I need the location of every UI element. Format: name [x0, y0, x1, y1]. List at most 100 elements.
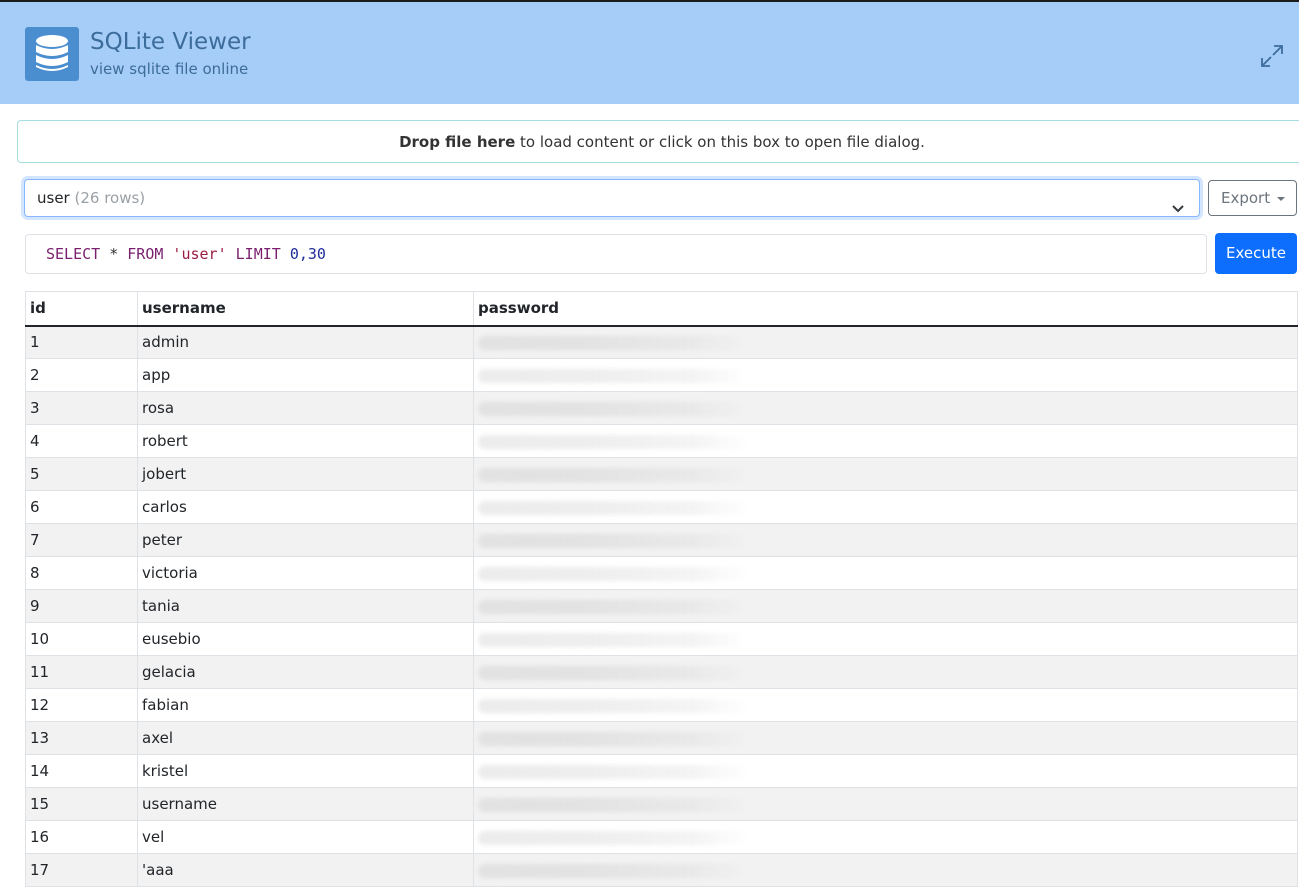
table-header-row: id username password [25, 291, 1298, 327]
table-row[interactable]: 15 username [25, 787, 1298, 821]
redacted-password [478, 566, 748, 581]
column-header-password[interactable]: password [473, 291, 1298, 327]
cell-id: 16 [25, 820, 138, 854]
cell-username: app [137, 358, 474, 392]
table-row[interactable]: 12 fabian [25, 688, 1298, 722]
table-row[interactable]: 9 tania [25, 589, 1298, 623]
dropzone-text: to load content or click on this box to … [515, 133, 925, 151]
cell-password [473, 424, 1298, 458]
table-row[interactable]: 1 admin [25, 325, 1298, 359]
cell-password [473, 688, 1298, 722]
results-body: 1 admin 2 app 3 rosa 4 robert 5 jobert 6 carlos 7 pet… [25, 325, 1298, 887]
table-row[interactable]: 4 robert [25, 424, 1298, 458]
cell-id: 1 [25, 325, 138, 359]
cell-password [473, 721, 1298, 755]
redacted-password [478, 698, 748, 713]
cell-password [473, 358, 1298, 392]
cell-username: tania [137, 589, 474, 623]
cell-id: 15 [25, 787, 138, 821]
row-count: (26 rows) [74, 189, 146, 207]
app-subtitle: view sqlite file online [90, 60, 249, 78]
cell-username: gelacia [137, 655, 474, 689]
caret-down-icon [1277, 197, 1285, 201]
cell-password [473, 523, 1298, 557]
redacted-password [478, 467, 748, 482]
cell-id: 6 [25, 490, 138, 524]
cell-password [473, 820, 1298, 854]
table-row[interactable]: 16 vel [25, 820, 1298, 854]
cell-password [473, 754, 1298, 788]
table-row[interactable]: 13 axel [25, 721, 1298, 755]
cell-username: victoria [137, 556, 474, 590]
table-row[interactable]: 11 gelacia [25, 655, 1298, 689]
selected-table: user [37, 189, 70, 207]
cell-username: admin [137, 325, 474, 359]
redacted-password [478, 500, 748, 515]
cell-id: 2 [25, 358, 138, 392]
redacted-password [478, 797, 748, 812]
cell-id: 17 [25, 853, 138, 887]
sql-star: * [100, 245, 128, 263]
table-row[interactable]: 3 rosa [25, 391, 1298, 425]
export-label: Export [1221, 189, 1271, 207]
table-row[interactable]: 8 victoria [25, 556, 1298, 590]
chevron-down-icon [1171, 192, 1185, 228]
table-row[interactable]: 17'aaa [25, 853, 1298, 887]
cell-password [473, 556, 1298, 590]
cell-id: 5 [25, 457, 138, 491]
table-row[interactable]: 6 carlos [25, 490, 1298, 524]
redacted-password [478, 632, 748, 647]
cell-id: 11 [25, 655, 138, 689]
cell-password [473, 622, 1298, 656]
export-button[interactable]: Export [1208, 180, 1297, 216]
column-header-username[interactable]: username [137, 291, 474, 327]
sql-keyword-select: SELECT [46, 245, 101, 263]
cell-id: 9 [25, 589, 138, 623]
cell-username: jobert [137, 457, 474, 491]
cell-password [473, 655, 1298, 689]
cell-password [473, 457, 1298, 491]
redacted-password [478, 731, 748, 746]
column-header-id[interactable]: id [25, 291, 138, 327]
cell-id: 13 [25, 721, 138, 755]
redacted-password [478, 401, 748, 416]
cell-id: 8 [25, 556, 138, 590]
cell-username: axel [137, 721, 474, 755]
sql-limit-range: 0,30 [280, 245, 326, 263]
redacted-password [478, 533, 748, 548]
table-row[interactable]: 7 peter [25, 523, 1298, 557]
table-row[interactable]: 14 kristel [25, 754, 1298, 788]
cell-username: rosa [137, 391, 474, 425]
cell-username: peter [137, 523, 474, 557]
execute-button[interactable]: Execute [1215, 233, 1297, 274]
sql-table-name: 'user' [163, 245, 236, 263]
table-select[interactable]: user (26 rows) [24, 179, 1200, 217]
cell-id: 4 [25, 424, 138, 458]
cell-username: vel [137, 820, 474, 854]
cell-password [473, 787, 1298, 821]
redacted-password [478, 335, 748, 350]
cell-password [473, 490, 1298, 524]
redacted-password [478, 434, 748, 449]
sql-query-editor[interactable]: SELECT * FROM 'user' LIMIT 0,30 [25, 234, 1207, 274]
file-dropzone[interactable]: Drop file here to load content or click … [17, 120, 1299, 163]
redacted-password [478, 368, 748, 383]
cell-id: 12 [25, 688, 138, 722]
sql-keyword-from: FROM [127, 245, 164, 263]
cell-password [473, 325, 1298, 359]
table-row[interactable]: 2 app [25, 358, 1298, 392]
redacted-password [478, 599, 748, 614]
database-icon [25, 27, 79, 81]
table-row[interactable]: 5 jobert [25, 457, 1298, 491]
cell-username: eusebio [137, 622, 474, 656]
table-row[interactable]: 10 eusebio [25, 622, 1298, 656]
cell-id: 7 [25, 523, 138, 557]
cell-password [473, 391, 1298, 425]
cell-id: 10 [25, 622, 138, 656]
cell-id: 3 [25, 391, 138, 425]
dropzone-bold-text: Drop file here [399, 133, 516, 151]
redacted-password [478, 764, 748, 779]
cell-username: 'aaa [137, 853, 474, 887]
cell-password [473, 853, 1298, 887]
expand-icon[interactable] [1258, 42, 1286, 70]
